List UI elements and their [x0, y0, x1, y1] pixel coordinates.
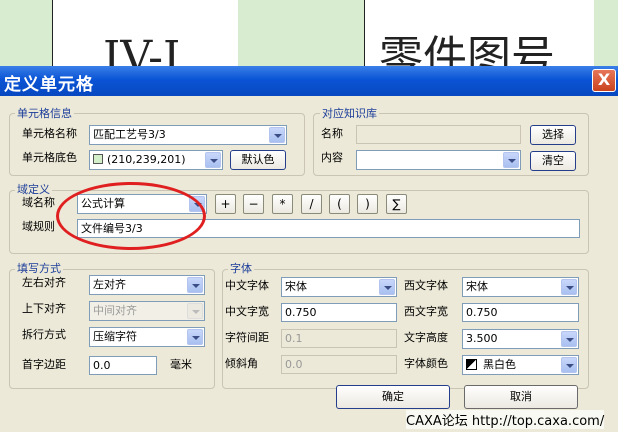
minus-operator-button[interactable]: −: [243, 194, 264, 214]
char-spacing-input[interactable]: 0.1: [281, 329, 397, 348]
cn-font-combo[interactable]: 宋体: [281, 277, 397, 297]
watermark: CAXA论坛 http://top.caxa.com/: [406, 410, 605, 429]
dialog-title: 定义单元格: [4, 75, 94, 95]
cell-color-value: (210,239,201): [107, 153, 186, 166]
slant-input[interactable]: 0.0: [281, 355, 397, 374]
west-font-label: 西文字体: [404, 279, 448, 292]
cell-color-label: 单元格底色: [22, 151, 77, 164]
domain-name-value: 公式计算: [81, 197, 125, 210]
cell-name-value: 匹配工艺号3/3: [93, 128, 166, 141]
domain-rule-input[interactable]: 文件编号3/3: [77, 219, 580, 238]
sum-operator-button[interactable]: ∑: [386, 194, 407, 214]
cn-font-label: 中文字体: [225, 279, 269, 292]
document-text-left: IV-I: [103, 32, 181, 71]
font-group-label: 字体: [228, 262, 254, 275]
define-cell-dialog: 定义单元格 X 单元格信息 单元格名称 匹配工艺号3/3 单元格底色 (210,…: [0, 66, 618, 432]
chevron-down-icon[interactable]: [269, 127, 285, 143]
slant-label: 倾斜角: [225, 357, 258, 370]
valign-combo[interactable]: 中间对齐: [89, 301, 205, 321]
cn-width-input[interactable]: 0.750: [281, 303, 397, 322]
chevron-down-icon[interactable]: [561, 279, 577, 295]
title-bar: 定义单元格 X: [0, 66, 618, 96]
font-color-value: 黑白色: [483, 358, 516, 371]
select-button[interactable]: 选择: [530, 125, 576, 145]
chevron-down-icon[interactable]: [379, 279, 395, 295]
domain-name-label: 域名称: [22, 196, 55, 209]
cn-width-label: 中文字宽: [225, 305, 269, 318]
cell-color-combo[interactable]: (210,239,201): [89, 150, 223, 170]
clear-button[interactable]: 清空: [530, 151, 576, 171]
divide-operator-button[interactable]: /: [301, 194, 322, 214]
first-margin-input[interactable]: 0.0: [89, 356, 157, 375]
halign-value: 左对齐: [93, 278, 126, 291]
first-margin-unit: 毫米: [170, 358, 192, 371]
left-paren-button[interactable]: (: [329, 194, 350, 214]
right-paren-button[interactable]: ): [357, 194, 378, 214]
west-width-label: 西文字宽: [404, 305, 448, 318]
wrap-value: 压缩字符: [93, 330, 137, 343]
domain-rule-label: 域规则: [22, 220, 55, 233]
background-document: IV-I 零件图号: [0, 0, 618, 70]
valign-label: 上下对齐: [22, 302, 66, 315]
font-color-label: 字体颜色: [404, 357, 448, 370]
chevron-down-icon[interactable]: [189, 196, 205, 212]
valign-value: 中间对齐: [93, 304, 137, 317]
cell-info-group-label: 单元格信息: [15, 107, 74, 120]
knowledge-content-label: 内容: [321, 151, 343, 164]
domain-name-combo[interactable]: 公式计算: [77, 194, 207, 214]
halign-label: 左右对齐: [22, 276, 66, 289]
text-height-combo[interactable]: 3.500: [462, 329, 579, 349]
wrap-label: 拆行方式: [22, 328, 66, 341]
text-height-label: 文字高度: [404, 331, 448, 344]
chevron-down-icon[interactable]: [187, 277, 203, 293]
document-cell-left: IV-I: [52, 0, 238, 70]
ok-button[interactable]: 确定: [336, 385, 450, 409]
chevron-down-icon[interactable]: [561, 357, 577, 373]
multiply-operator-button[interactable]: *: [272, 194, 293, 214]
chevron-down-icon[interactable]: [205, 152, 221, 168]
cell-name-combo[interactable]: 匹配工艺号3/3: [89, 125, 287, 145]
halign-combo[interactable]: 左对齐: [89, 275, 205, 295]
first-margin-label: 首字边距: [22, 358, 66, 371]
wrap-combo[interactable]: 压缩字符: [89, 327, 205, 347]
cancel-button[interactable]: 取消: [464, 385, 578, 409]
knowledge-name-input[interactable]: [356, 125, 521, 144]
west-font-combo[interactable]: 宋体: [462, 277, 579, 297]
west-width-input[interactable]: 0.750: [462, 303, 579, 322]
chevron-down-icon[interactable]: [187, 329, 203, 345]
text-height-value: 3.500: [466, 332, 498, 345]
cell-name-label: 单元格名称: [22, 127, 77, 140]
close-icon[interactable]: X: [592, 69, 616, 92]
west-font-value: 宋体: [466, 280, 488, 293]
knowledge-group-label: 对应知识库: [320, 107, 379, 120]
char-spacing-label: 字符间距: [225, 331, 269, 344]
chevron-down-icon[interactable]: [561, 331, 577, 347]
chevron-down-icon: [187, 303, 203, 319]
chevron-down-icon[interactable]: [503, 152, 519, 168]
knowledge-name-label: 名称: [321, 127, 343, 140]
font-color-combo[interactable]: 黑白色: [462, 355, 579, 375]
knowledge-content-combo[interactable]: [356, 150, 521, 170]
document-text-right: 零件图号: [379, 32, 555, 71]
plus-operator-button[interactable]: +: [215, 194, 236, 214]
cn-font-value: 宋体: [285, 280, 307, 293]
document-cell-right: 零件图号: [364, 0, 594, 70]
color-swatch-icon: [93, 154, 103, 164]
black-white-swatch-icon: [466, 359, 477, 370]
default-color-button[interactable]: 默认色: [230, 150, 286, 170]
